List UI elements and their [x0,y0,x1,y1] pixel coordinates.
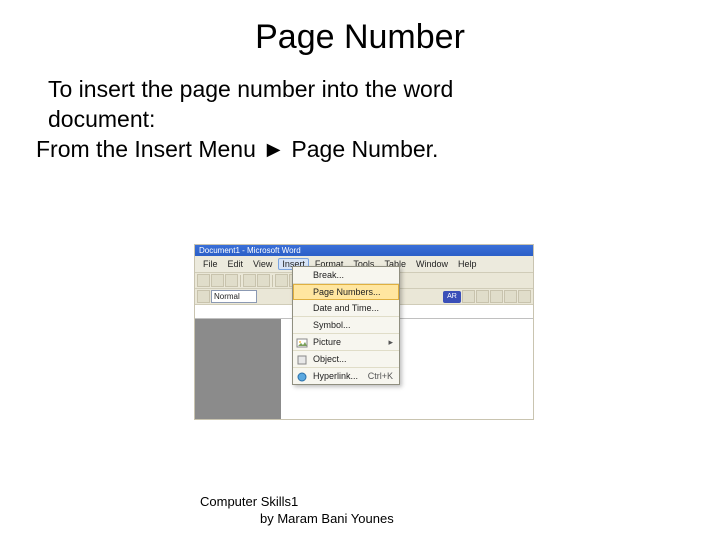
style-icon[interactable] [197,290,210,303]
numbering-icon[interactable] [476,290,489,303]
body-line-2: document: [36,105,680,135]
bullets-icon[interactable] [462,290,475,303]
menuitem-hyperlink[interactable]: Hyperlink... Ctrl+K [293,368,399,384]
menuitem-label: Page Numbers... [313,287,381,297]
menu-window[interactable]: Window [412,258,452,270]
print-preview-icon[interactable] [257,274,270,287]
toolbar-separator [272,275,273,287]
increase-indent-icon[interactable] [504,290,517,303]
menuitem-break[interactable]: Break... [293,267,399,284]
spellcheck-icon[interactable] [275,274,288,287]
menuitem-label: Picture [313,337,341,347]
menuitem-symbol[interactable]: Symbol... [293,317,399,334]
menuitem-label: Break... [313,270,344,280]
submenu-arrow-icon: ▸ [388,337,393,348]
menuitem-label: Date and Time... [313,303,379,313]
menuitem-page-numbers[interactable]: Page Numbers... [293,284,399,300]
toolbar-separator [240,275,241,287]
menu-view[interactable]: View [249,258,276,270]
menuitem-object[interactable]: Object... [293,351,399,368]
menuitem-label: Symbol... [313,320,351,330]
menuitem-label: Hyperlink... [313,371,358,381]
menu-file[interactable]: File [199,258,222,270]
insert-menu-dropdown: Break... Page Numbers... Date and Time..… [292,266,400,385]
body-line-3: From the Insert Menu ► Page Number. [36,135,680,165]
style-selector[interactable]: Normal [211,290,257,303]
picture-icon [296,337,308,349]
hyperlink-icon [296,371,308,383]
footer-line-2: by Maram Bani Younes [200,511,394,528]
print-icon[interactable] [243,274,256,287]
menu-edit[interactable]: Edit [224,258,248,270]
object-icon [296,354,308,366]
slide-title: Page Number [0,18,720,57]
decrease-indent-icon[interactable] [490,290,503,303]
borders-icon[interactable] [518,290,531,303]
menuitem-shortcut: Ctrl+K [368,371,393,381]
open-icon[interactable] [211,274,224,287]
menu-help[interactable]: Help [454,258,481,270]
language-badge[interactable]: AR [443,291,461,303]
window-titlebar: Document1 - Microsoft Word [195,245,533,256]
save-icon[interactable] [225,274,238,287]
window-title: Document1 - Microsoft Word [199,246,301,255]
footer-line-1: Computer Skills1 [200,494,394,511]
menuitem-date-time[interactable]: Date and Time... [293,300,399,317]
body-line-1: To insert the page number into the word [36,75,680,105]
menuitem-label: Object... [313,354,347,364]
word-screenshot: Document1 - Microsoft Word File Edit Vie… [194,244,534,420]
menuitem-picture[interactable]: Picture ▸ [293,334,399,351]
slide-footer: Computer Skills1 by Maram Bani Younes [200,494,394,528]
document-margin [195,319,281,419]
new-doc-icon[interactable] [197,274,210,287]
body-text: To insert the page number into the word … [36,75,680,165]
